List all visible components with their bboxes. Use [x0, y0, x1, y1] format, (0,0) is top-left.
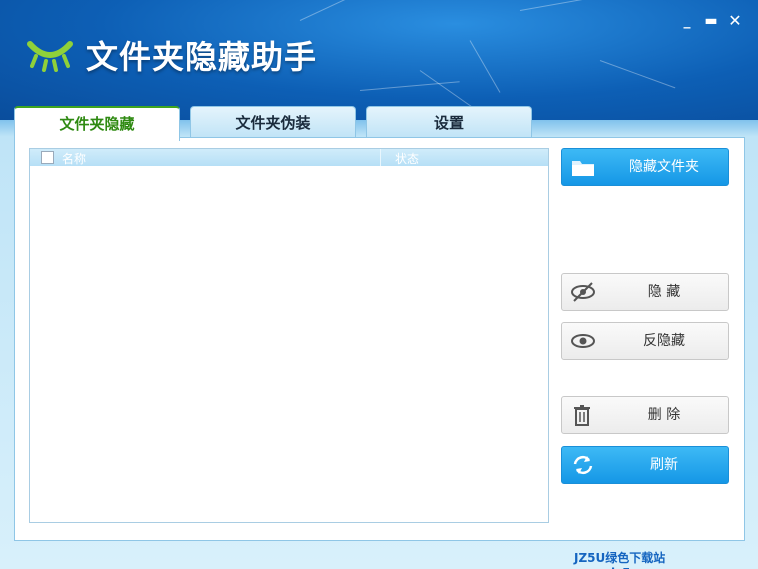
app-title: 文件夹隐藏助手: [86, 38, 318, 76]
watermark-text: JZ5U绿色下载站 www.jz5u.com: [574, 551, 671, 569]
column-divider[interactable]: [380, 149, 381, 166]
app-window: 文件夹隐藏助手 _ ▬ ✕ 文件夹隐藏 文件夹伪装 设置 名称 状态 隐藏文件夹: [0, 0, 758, 569]
select-all-checkbox[interactable]: [41, 151, 54, 164]
refresh-icon: [573, 455, 593, 475]
hide-button[interactable]: 隐 藏: [561, 273, 729, 311]
unhide-button[interactable]: 反隐藏: [561, 322, 729, 360]
close-button[interactable]: ✕: [726, 12, 744, 30]
tab-folder-disguise[interactable]: 文件夹伪装: [190, 106, 356, 139]
eye-slash-icon: [571, 282, 595, 302]
minimize-button[interactable]: _: [678, 12, 696, 30]
column-status-header[interactable]: 状态: [395, 150, 419, 167]
refresh-button[interactable]: 刷新: [561, 446, 729, 484]
delete-label: 删 除: [647, 407, 681, 423]
folder-icon: [572, 161, 594, 176]
hide-folder-label: 隐藏文件夹: [629, 159, 699, 175]
trash-icon: [574, 405, 590, 426]
main-panel: 名称 状态 隐藏文件夹 隐 藏 反隐藏 删 除 刷新: [14, 137, 745, 541]
hide-folder-button[interactable]: 隐藏文件夹: [561, 148, 729, 186]
delete-button[interactable]: 删 除: [561, 396, 729, 434]
tab-settings[interactable]: 设置: [366, 106, 532, 139]
list-header: 名称 状态: [30, 149, 548, 166]
hide-label: 隐 藏: [647, 284, 681, 300]
column-name-header[interactable]: 名称: [62, 150, 86, 167]
refresh-label: 刷新: [650, 457, 678, 473]
tab-folder-hide[interactable]: 文件夹隐藏: [14, 106, 180, 141]
eye-icon: [571, 334, 595, 348]
maximize-button[interactable]: ▬: [702, 12, 720, 30]
folder-list[interactable]: 名称 状态: [29, 148, 549, 523]
logo-icon: [27, 41, 73, 72]
unhide-label: 反隐藏: [643, 333, 685, 349]
